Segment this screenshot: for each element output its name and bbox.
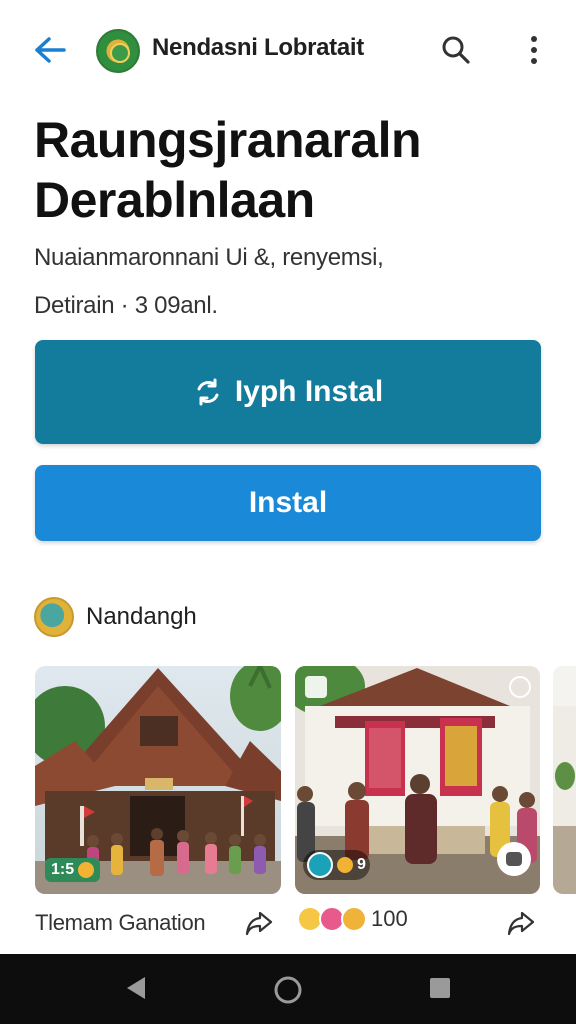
app-title: Raungsjranaraln Derablnlaan bbox=[34, 112, 422, 228]
screenshot-card-1[interactable]: 1:5 bbox=[35, 666, 281, 894]
sync-icon bbox=[197, 378, 219, 406]
nav-back-button[interactable] bbox=[118, 970, 154, 1006]
nav-home-button[interactable] bbox=[268, 970, 308, 1010]
app-subtitle: Nuaianmaronnani Ui &, renyemsi, bbox=[34, 244, 384, 271]
install-label: Instal bbox=[248, 486, 328, 519]
app-logo bbox=[96, 29, 140, 73]
nav-recents-button[interactable] bbox=[422, 970, 458, 1006]
app-name: Nendasni Lobratait bbox=[152, 34, 364, 61]
update-install-label: Iyph Instal bbox=[234, 375, 384, 408]
card1-caption: Tlemam Ganation bbox=[35, 910, 206, 935]
triangle-back-icon bbox=[127, 977, 145, 999]
reactions-row[interactable]: 100 bbox=[297, 906, 408, 932]
card2-action-icon[interactable] bbox=[497, 842, 531, 876]
install-button[interactable]: Instal bbox=[35, 465, 541, 541]
app-meta: Detirain · 3 09anl. bbox=[34, 292, 218, 319]
circle-home-icon bbox=[274, 976, 302, 1004]
wow-emoji-icon bbox=[341, 906, 367, 932]
developer-avatar bbox=[34, 597, 74, 637]
screenshot-card-3[interactable] bbox=[553, 666, 576, 894]
system-navigation-bar bbox=[0, 954, 576, 1024]
search-icon bbox=[442, 36, 470, 64]
search-button[interactable] bbox=[436, 30, 476, 70]
arrow-left-icon bbox=[35, 37, 66, 63]
card1-badge: 1:5 bbox=[45, 858, 101, 882]
top-app-bar: Nendasni Lobratait bbox=[0, 0, 576, 100]
developer-name: Nandangh bbox=[86, 603, 197, 630]
card2-tag-icon bbox=[305, 676, 327, 698]
reaction-count: 100 bbox=[371, 906, 408, 931]
coin-icon bbox=[337, 857, 353, 873]
more-vertical-icon bbox=[531, 36, 537, 64]
coin-icon bbox=[78, 862, 95, 878]
card2-share-button[interactable] bbox=[504, 906, 538, 940]
lens-icon bbox=[307, 852, 333, 878]
card1-share-button[interactable] bbox=[242, 906, 276, 940]
screenshot-card-2[interactable]: 9 bbox=[295, 666, 540, 894]
developer-row[interactable]: Nandangh bbox=[34, 596, 197, 638]
card2-corner-icon[interactable] bbox=[509, 676, 531, 698]
square-recents-icon bbox=[430, 978, 450, 998]
back-button[interactable] bbox=[28, 30, 72, 70]
partial-screenshot-image bbox=[553, 666, 576, 894]
more-options-button[interactable] bbox=[514, 30, 554, 70]
share-arrow-icon bbox=[245, 911, 273, 936]
update-install-button[interactable]: Iyph Instal bbox=[35, 340, 541, 444]
share-arrow-icon bbox=[507, 911, 535, 936]
card2-badge: 9 bbox=[303, 850, 370, 880]
